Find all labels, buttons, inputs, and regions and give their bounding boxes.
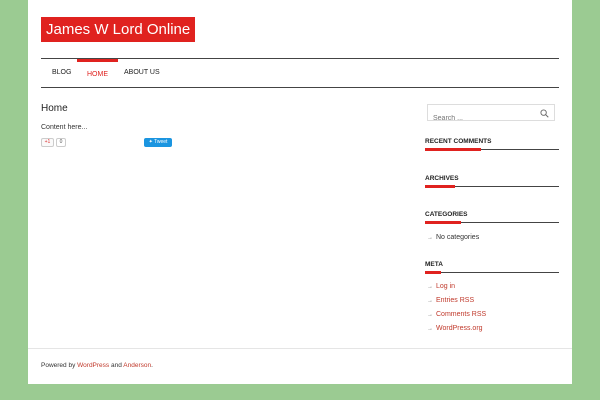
tweet-button[interactable]: ✦ Tweet bbox=[144, 138, 172, 147]
page-title: Home bbox=[41, 103, 68, 114]
widget-title-archives: ARCHIVES bbox=[425, 174, 559, 188]
site-footer: Powered by WordPress and Anderson. bbox=[28, 348, 572, 384]
categories-list: → No categories bbox=[427, 231, 479, 245]
list-item: → WordPress.org bbox=[427, 322, 486, 336]
meta-link-log-in[interactable]: Log in bbox=[436, 283, 455, 290]
main-navigation: BLOG HOME ABOUT US bbox=[41, 58, 559, 88]
site-title[interactable]: James W Lord Online bbox=[41, 17, 196, 42]
widget-title-categories: CATEGORIES bbox=[425, 210, 559, 224]
arrow-right-icon: → bbox=[427, 235, 433, 241]
nav-item-about-us[interactable]: ABOUT US bbox=[124, 59, 160, 87]
list-item: → Comments RSS bbox=[427, 308, 486, 322]
google-plus-button[interactable]: +1 bbox=[41, 138, 54, 147]
tweet-label: Tweet bbox=[154, 139, 168, 145]
list-item: → Entries RSS bbox=[427, 294, 486, 308]
google-plus-count: 0 bbox=[56, 138, 66, 147]
nav-item-blog[interactable]: BLOG bbox=[52, 59, 71, 87]
meta-link-entries-rss[interactable]: Entries RSS bbox=[436, 297, 474, 304]
search-icon[interactable] bbox=[540, 109, 549, 118]
widget-title-accent bbox=[425, 185, 455, 188]
search-form bbox=[427, 104, 555, 126]
arrow-right-icon: → bbox=[427, 326, 433, 332]
arrow-right-icon: → bbox=[427, 298, 433, 304]
widget-title-accent bbox=[425, 271, 441, 274]
page-container: James W Lord Online BLOG HOME ABOUT US H… bbox=[28, 0, 572, 384]
footer-link-wordpress[interactable]: WordPress bbox=[77, 362, 109, 369]
meta-link-wordpress-org[interactable]: WordPress.org bbox=[436, 325, 483, 332]
arrow-right-icon: → bbox=[427, 284, 433, 290]
page-content: Content here... bbox=[41, 124, 88, 131]
widget-title-meta: META bbox=[425, 260, 559, 274]
widget-title-accent bbox=[425, 221, 461, 224]
list-item: → Log in bbox=[427, 280, 486, 294]
widget-title-recent-comments: RECENT COMMENTS bbox=[425, 137, 559, 151]
meta-list: → Log in → Entries RSS → Comments RSS → Word… bbox=[427, 280, 486, 336]
widget-title-accent bbox=[425, 148, 481, 151]
list-item: → No categories bbox=[427, 234, 480, 241]
meta-link-comments-rss[interactable]: Comments RSS bbox=[436, 311, 486, 318]
arrow-right-icon: → bbox=[427, 312, 433, 318]
search-input[interactable] bbox=[428, 111, 538, 126]
twitter-bird-icon: ✦ bbox=[148, 139, 153, 145]
nav-item-home[interactable]: HOME bbox=[77, 59, 118, 87]
footer-link-anderson[interactable]: Anderson bbox=[123, 362, 151, 369]
